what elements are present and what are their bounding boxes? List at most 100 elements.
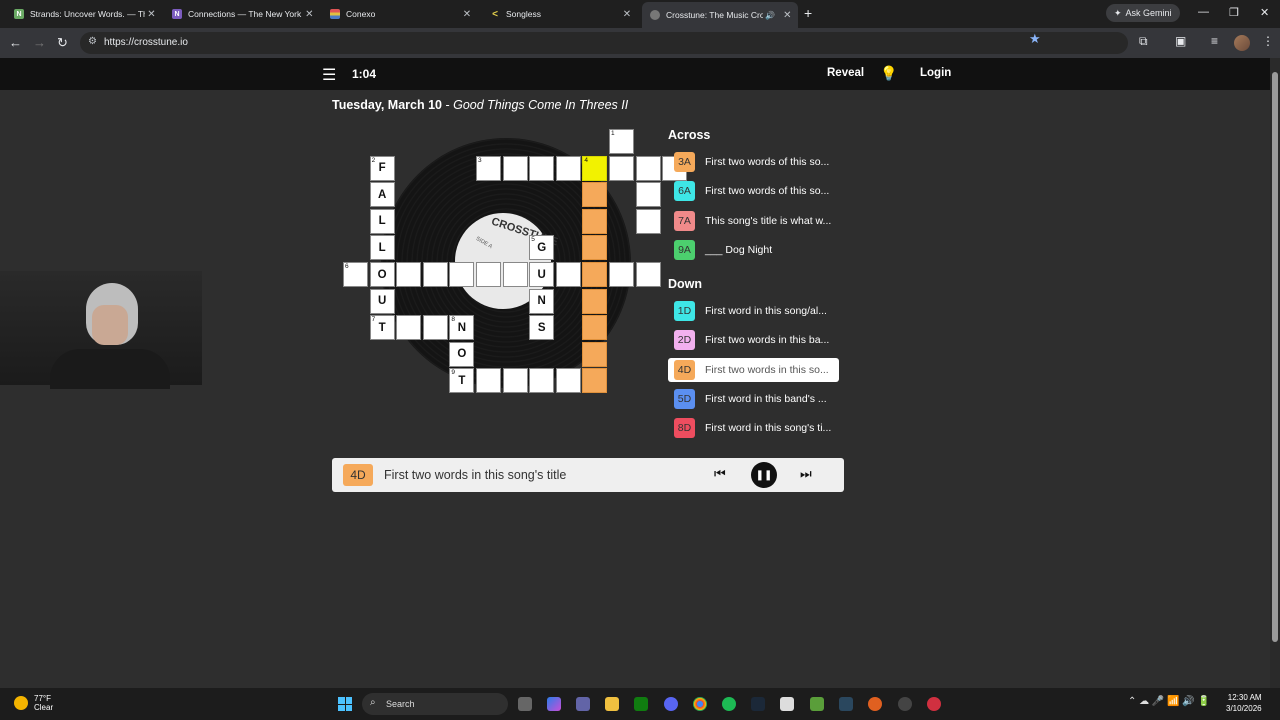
clue-item-5d[interactable]: 5D First word in this band's ... xyxy=(668,387,839,411)
grid-cell[interactable]: N xyxy=(529,288,555,314)
hint-lightbulb-icon[interactable]: 💡 xyxy=(880,65,897,82)
grid-cell[interactable]: O xyxy=(449,341,475,367)
close-tab-icon[interactable]: ✕ xyxy=(781,10,794,21)
clue-item-3a[interactable]: 3A First two words of this so... xyxy=(668,150,839,174)
grid-cell[interactable] xyxy=(582,262,608,287)
grid-cell[interactable] xyxy=(396,315,422,341)
clue-item-8d[interactable]: 8D First word in this song's ti... xyxy=(668,416,839,440)
grid-cell[interactable]: S xyxy=(529,315,555,341)
steam-2-icon[interactable] xyxy=(839,697,853,711)
reload-icon[interactable]: ↻ xyxy=(57,35,68,51)
grid-cell[interactable] xyxy=(396,262,422,287)
grid-cell[interactable]: 4 xyxy=(582,155,608,181)
clue-item-4d[interactable]: 4D First two words in this so... xyxy=(668,357,839,382)
next-clue-icon[interactable]: ⏭ xyxy=(800,466,812,482)
clue-item-9a[interactable]: 9A ___ Dog Night xyxy=(668,238,839,262)
minecraft-icon[interactable] xyxy=(810,697,824,711)
grid-cell[interactable] xyxy=(555,155,581,181)
chrome-icon[interactable] xyxy=(693,697,707,711)
taskbar-clock[interactable]: 12:30 AM 3/10/2026 xyxy=(1226,692,1262,714)
bookmark-star-icon[interactable]: ★ xyxy=(1029,31,1041,47)
grid-cell[interactable] xyxy=(582,288,608,314)
grid-cell[interactable] xyxy=(635,155,661,181)
grid-cell[interactable] xyxy=(582,315,608,341)
grid-cell[interactable]: U xyxy=(529,262,555,287)
file-explorer-icon[interactable] xyxy=(605,697,619,711)
url-text[interactable]: https://crosstune.io xyxy=(104,37,188,48)
windows-start-icon[interactable] xyxy=(338,697,352,711)
grid-cell[interactable] xyxy=(449,262,475,287)
app-red-icon[interactable] xyxy=(927,697,941,711)
grid-cell[interactable]: A xyxy=(369,182,395,208)
close-tab-icon[interactable]: ✕ xyxy=(460,9,474,20)
cast-icon[interactable]: ▣ xyxy=(1175,34,1186,48)
clue-item-7a[interactable]: 7A This song's title is what w... xyxy=(668,209,839,233)
grid-cell[interactable] xyxy=(582,235,608,261)
window-close-icon[interactable]: ✕ xyxy=(1260,6,1269,19)
clue-item-1d[interactable]: 1D First word in this song/al... xyxy=(668,299,839,323)
grid-cell[interactable]: 5G xyxy=(529,235,555,261)
profile-avatar[interactable] xyxy=(1234,35,1250,51)
grid-cell[interactable] xyxy=(502,262,528,287)
app-orange-icon[interactable] xyxy=(868,697,882,711)
system-tray-icons[interactable]: ⌃ ☁ 🎤 📶 🔊 🔋 xyxy=(1128,696,1210,707)
grid-cell[interactable] xyxy=(582,341,608,367)
minimize-icon[interactable]: — xyxy=(1198,6,1209,18)
tab-connections[interactable]: N Connections — The New York T ✕ xyxy=(164,4,320,24)
grid-cell[interactable] xyxy=(502,368,528,394)
pause-button[interactable]: ❚❚ xyxy=(751,462,777,488)
page-scrollbar[interactable] xyxy=(1270,58,1280,688)
grid-cell[interactable] xyxy=(555,262,581,287)
grid-cell[interactable] xyxy=(555,368,581,394)
new-tab-icon[interactable]: + xyxy=(804,5,812,21)
grid-cell[interactable] xyxy=(635,182,661,208)
app-gear-icon[interactable] xyxy=(898,697,912,711)
close-tab-icon[interactable]: ✕ xyxy=(303,9,316,20)
grid-cell[interactable] xyxy=(609,155,634,181)
site-info-icon[interactable]: ⚙ xyxy=(88,36,97,47)
grid-cell[interactable]: 6 xyxy=(343,262,368,287)
copilot-icon[interactable] xyxy=(547,697,561,711)
grid-cell[interactable]: 1 xyxy=(609,129,634,154)
taskbar-search[interactable]: ⌕ Search xyxy=(362,693,508,715)
tab-songless[interactable]: < Songless ✕ xyxy=(482,4,638,24)
address-bar[interactable]: ⚙ https://crosstune.io xyxy=(80,32,1128,54)
grid-cell[interactable] xyxy=(476,368,501,394)
tab-conexo[interactable]: Conexo ✕ xyxy=(322,4,478,24)
forward-icon[interactable]: → xyxy=(33,35,46,50)
previous-clue-icon[interactable]: ⏮ xyxy=(714,466,726,482)
ask-gemini-button[interactable]: ✦ Ask Gemini xyxy=(1106,4,1180,22)
grid-cell[interactable] xyxy=(635,262,661,287)
browser-menu-icon[interactable]: ⋮ xyxy=(1262,34,1274,48)
tab-search-icon[interactable]: ≡ xyxy=(1211,34,1218,48)
grid-cell[interactable] xyxy=(582,368,608,394)
task-view-icon[interactable] xyxy=(518,697,532,711)
grid-cell[interactable] xyxy=(502,155,528,181)
weather-widget[interactable]: 77°F Clear xyxy=(14,694,53,712)
spotify-icon[interactable] xyxy=(722,697,736,711)
grid-cell[interactable]: 2F xyxy=(369,155,395,181)
grid-cell[interactable]: L xyxy=(369,208,395,234)
scrollbar-thumb[interactable] xyxy=(1272,72,1278,642)
clue-item-2d[interactable]: 2D First two words in this ba... xyxy=(668,328,839,352)
back-icon[interactable]: ← xyxy=(9,35,22,50)
calculator-icon[interactable] xyxy=(780,697,794,711)
restore-icon[interactable]: ❐ xyxy=(1229,6,1239,19)
close-tab-icon[interactable]: ✕ xyxy=(620,9,634,20)
xbox-icon[interactable] xyxy=(634,697,648,711)
grid-cell[interactable]: 7T xyxy=(369,315,395,341)
hamburger-menu-icon[interactable]: ☰ xyxy=(322,65,336,85)
grid-cell[interactable] xyxy=(476,262,501,287)
close-tab-icon[interactable]: ✕ xyxy=(145,9,158,20)
grid-cell[interactable]: L xyxy=(369,235,395,261)
grid-cell[interactable] xyxy=(422,315,448,341)
grid-cell[interactable]: U xyxy=(369,288,395,314)
audio-playing-icon[interactable]: 🔊 xyxy=(763,11,776,20)
grid-cell[interactable] xyxy=(609,262,634,287)
grid-cell[interactable] xyxy=(422,262,448,287)
discord-icon[interactable] xyxy=(664,697,678,711)
tab-crosstune[interactable]: Crosstune: The Music Cros 🔊 ✕ xyxy=(642,2,798,28)
grid-cell[interactable]: O xyxy=(369,262,395,287)
login-button[interactable]: Login xyxy=(920,67,951,79)
grid-cell[interactable] xyxy=(529,155,555,181)
